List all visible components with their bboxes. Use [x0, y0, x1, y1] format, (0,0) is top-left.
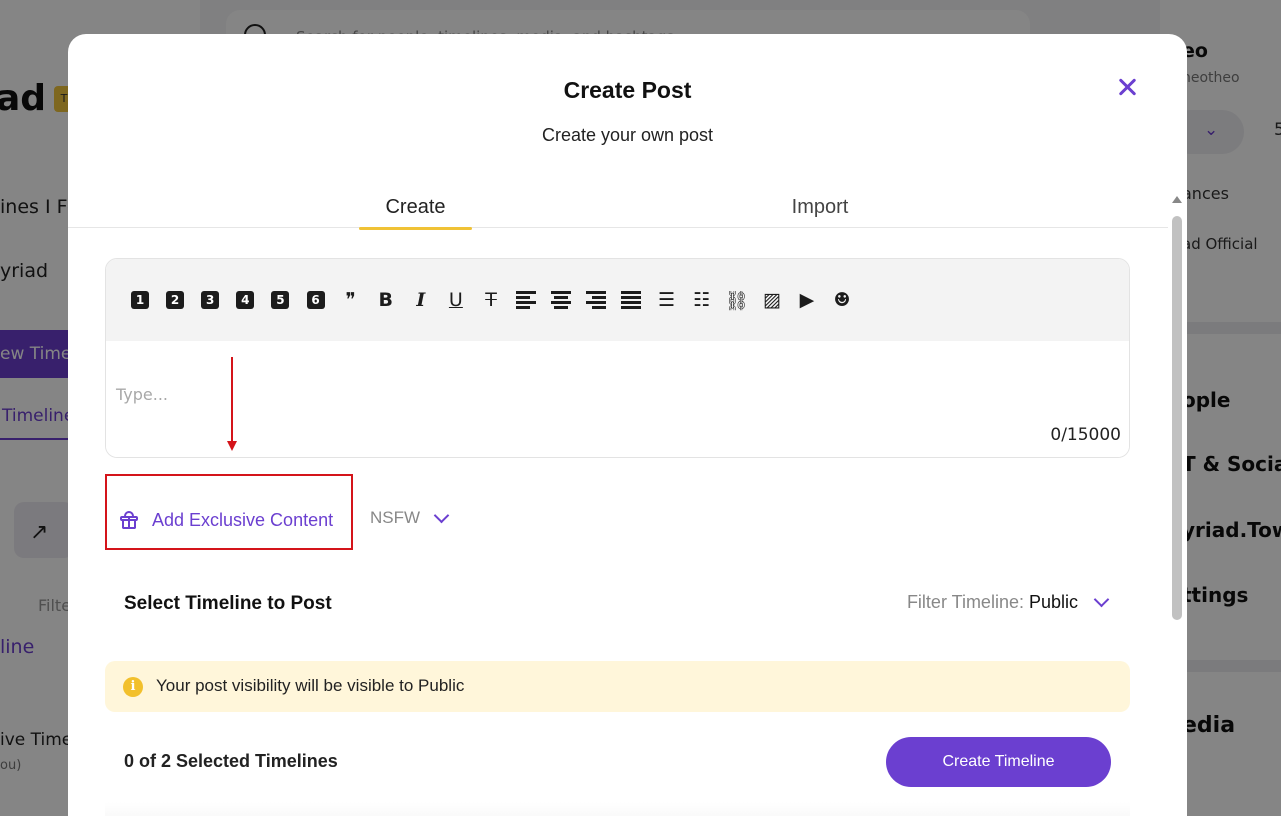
heading-6-icon[interactable]: 6: [305, 289, 327, 311]
select-timeline-title: Select Timeline to Post: [124, 593, 332, 614]
heading-4-glyph: 4: [236, 291, 255, 309]
visibility-notice: i Your post visibility will be visible t…: [105, 661, 1130, 712]
post-editor: 1 2 3 4 5 6 ❞ B I U T ☰ ☷ ⛓ ▨ ▶ ☻ Type... 0/15000: [105, 258, 1130, 458]
modal-title: Create Post: [563, 77, 692, 103]
modal-subtitle: Create your own post: [541, 125, 714, 145]
heading-4-icon[interactable]: 4: [234, 289, 256, 311]
bulleted-list-glyph: ☰: [657, 289, 676, 311]
nsfw-label: NSFW: [370, 508, 421, 527]
italic-glyph: I: [416, 289, 426, 311]
selected-timelines-count: 0 of 2 Selected Timelines: [124, 751, 338, 771]
nsfw-dropdown[interactable]: NSFW: [370, 507, 450, 528]
editor-placeholder: Type...: [116, 385, 169, 404]
strikethrough-glyph: T: [485, 289, 497, 311]
scroll-thumb[interactable]: [1172, 216, 1182, 620]
chevron-down-icon: [433, 507, 450, 523]
annotation-arrowhead: [227, 441, 237, 451]
heading-5-icon[interactable]: 5: [269, 289, 291, 311]
emoji-glyph: ☻: [833, 289, 851, 311]
image-glyph: ▨: [762, 289, 781, 311]
link-icon[interactable]: ⛓: [724, 289, 749, 312]
editor-toolbar: 1 2 3 4 5 6 ❞ B I U T ☰ ☷ ⛓ ▨ ▶ ☻: [106, 259, 1129, 341]
visibility-notice-text: Your post visibility will be visible to …: [156, 676, 465, 695]
bold-glyph: B: [378, 289, 393, 311]
emoji-icon[interactable]: ☻: [831, 289, 853, 311]
heading-5-glyph: 5: [271, 291, 290, 309]
close-icon[interactable]: [1114, 74, 1140, 100]
video-icon[interactable]: ▶: [796, 289, 818, 311]
post-tabs: Create Import: [68, 194, 1168, 230]
filter-timeline-value: Public: [1028, 592, 1078, 612]
numbered-list-icon[interactable]: ☷: [691, 289, 713, 311]
align-right-icon[interactable]: [585, 289, 607, 311]
heading-3-icon[interactable]: 3: [199, 289, 221, 311]
underline-icon[interactable]: U: [445, 289, 467, 311]
scroll-up-arrow-icon[interactable]: [1172, 196, 1182, 203]
info-icon: i: [123, 677, 143, 697]
create-timeline-button[interactable]: Create Timeline: [886, 737, 1111, 787]
bold-icon[interactable]: B: [375, 289, 397, 311]
gift-icon: [120, 511, 138, 529]
modal-scrollbar[interactable]: [1169, 194, 1185, 816]
blockquote-glyph: ❞: [345, 289, 356, 311]
annotation-arrow: [231, 357, 233, 443]
editor-text-area[interactable]: Type... 0/15000: [106, 341, 1129, 457]
heading-3-glyph: 3: [201, 291, 220, 309]
character-counter: 0/15000: [1050, 425, 1121, 445]
create-post-modal: Create Post Create your own post Create …: [68, 34, 1187, 816]
filter-timeline-dropdown[interactable]: Filter Timeline: Public: [906, 591, 1110, 613]
heading-6-glyph: 6: [306, 291, 325, 309]
align-center-icon[interactable]: [550, 289, 572, 311]
tab-import[interactable]: Import: [768, 196, 872, 219]
link-glyph: ⛓: [724, 289, 749, 312]
strikethrough-icon[interactable]: T: [480, 289, 502, 311]
heading-1-icon[interactable]: 1: [129, 289, 151, 311]
heading-2-glyph: 2: [166, 291, 185, 309]
filter-timeline-label: Filter Timeline:: [906, 592, 1024, 612]
image-icon[interactable]: ▨: [761, 289, 783, 311]
chevron-down-icon: [1093, 591, 1110, 608]
blockquote-icon[interactable]: ❞: [340, 289, 362, 311]
add-exclusive-content-button[interactable]: Add Exclusive Content: [120, 508, 333, 532]
bulleted-list-icon[interactable]: ☰: [656, 289, 678, 311]
video-glyph: ▶: [799, 289, 815, 311]
tab-create[interactable]: Create: [359, 196, 472, 230]
align-left-icon[interactable]: [515, 289, 537, 311]
align-justify-icon[interactable]: [620, 289, 642, 311]
heading-1-glyph: 1: [131, 291, 149, 309]
heading-2-icon[interactable]: 2: [164, 289, 186, 311]
underline-glyph: U: [448, 289, 463, 311]
timeline-list-top: [105, 802, 1130, 816]
italic-icon[interactable]: I: [410, 289, 432, 311]
add-exclusive-content-label: Add Exclusive Content: [152, 509, 334, 530]
numbered-list-glyph: ☷: [693, 289, 711, 311]
